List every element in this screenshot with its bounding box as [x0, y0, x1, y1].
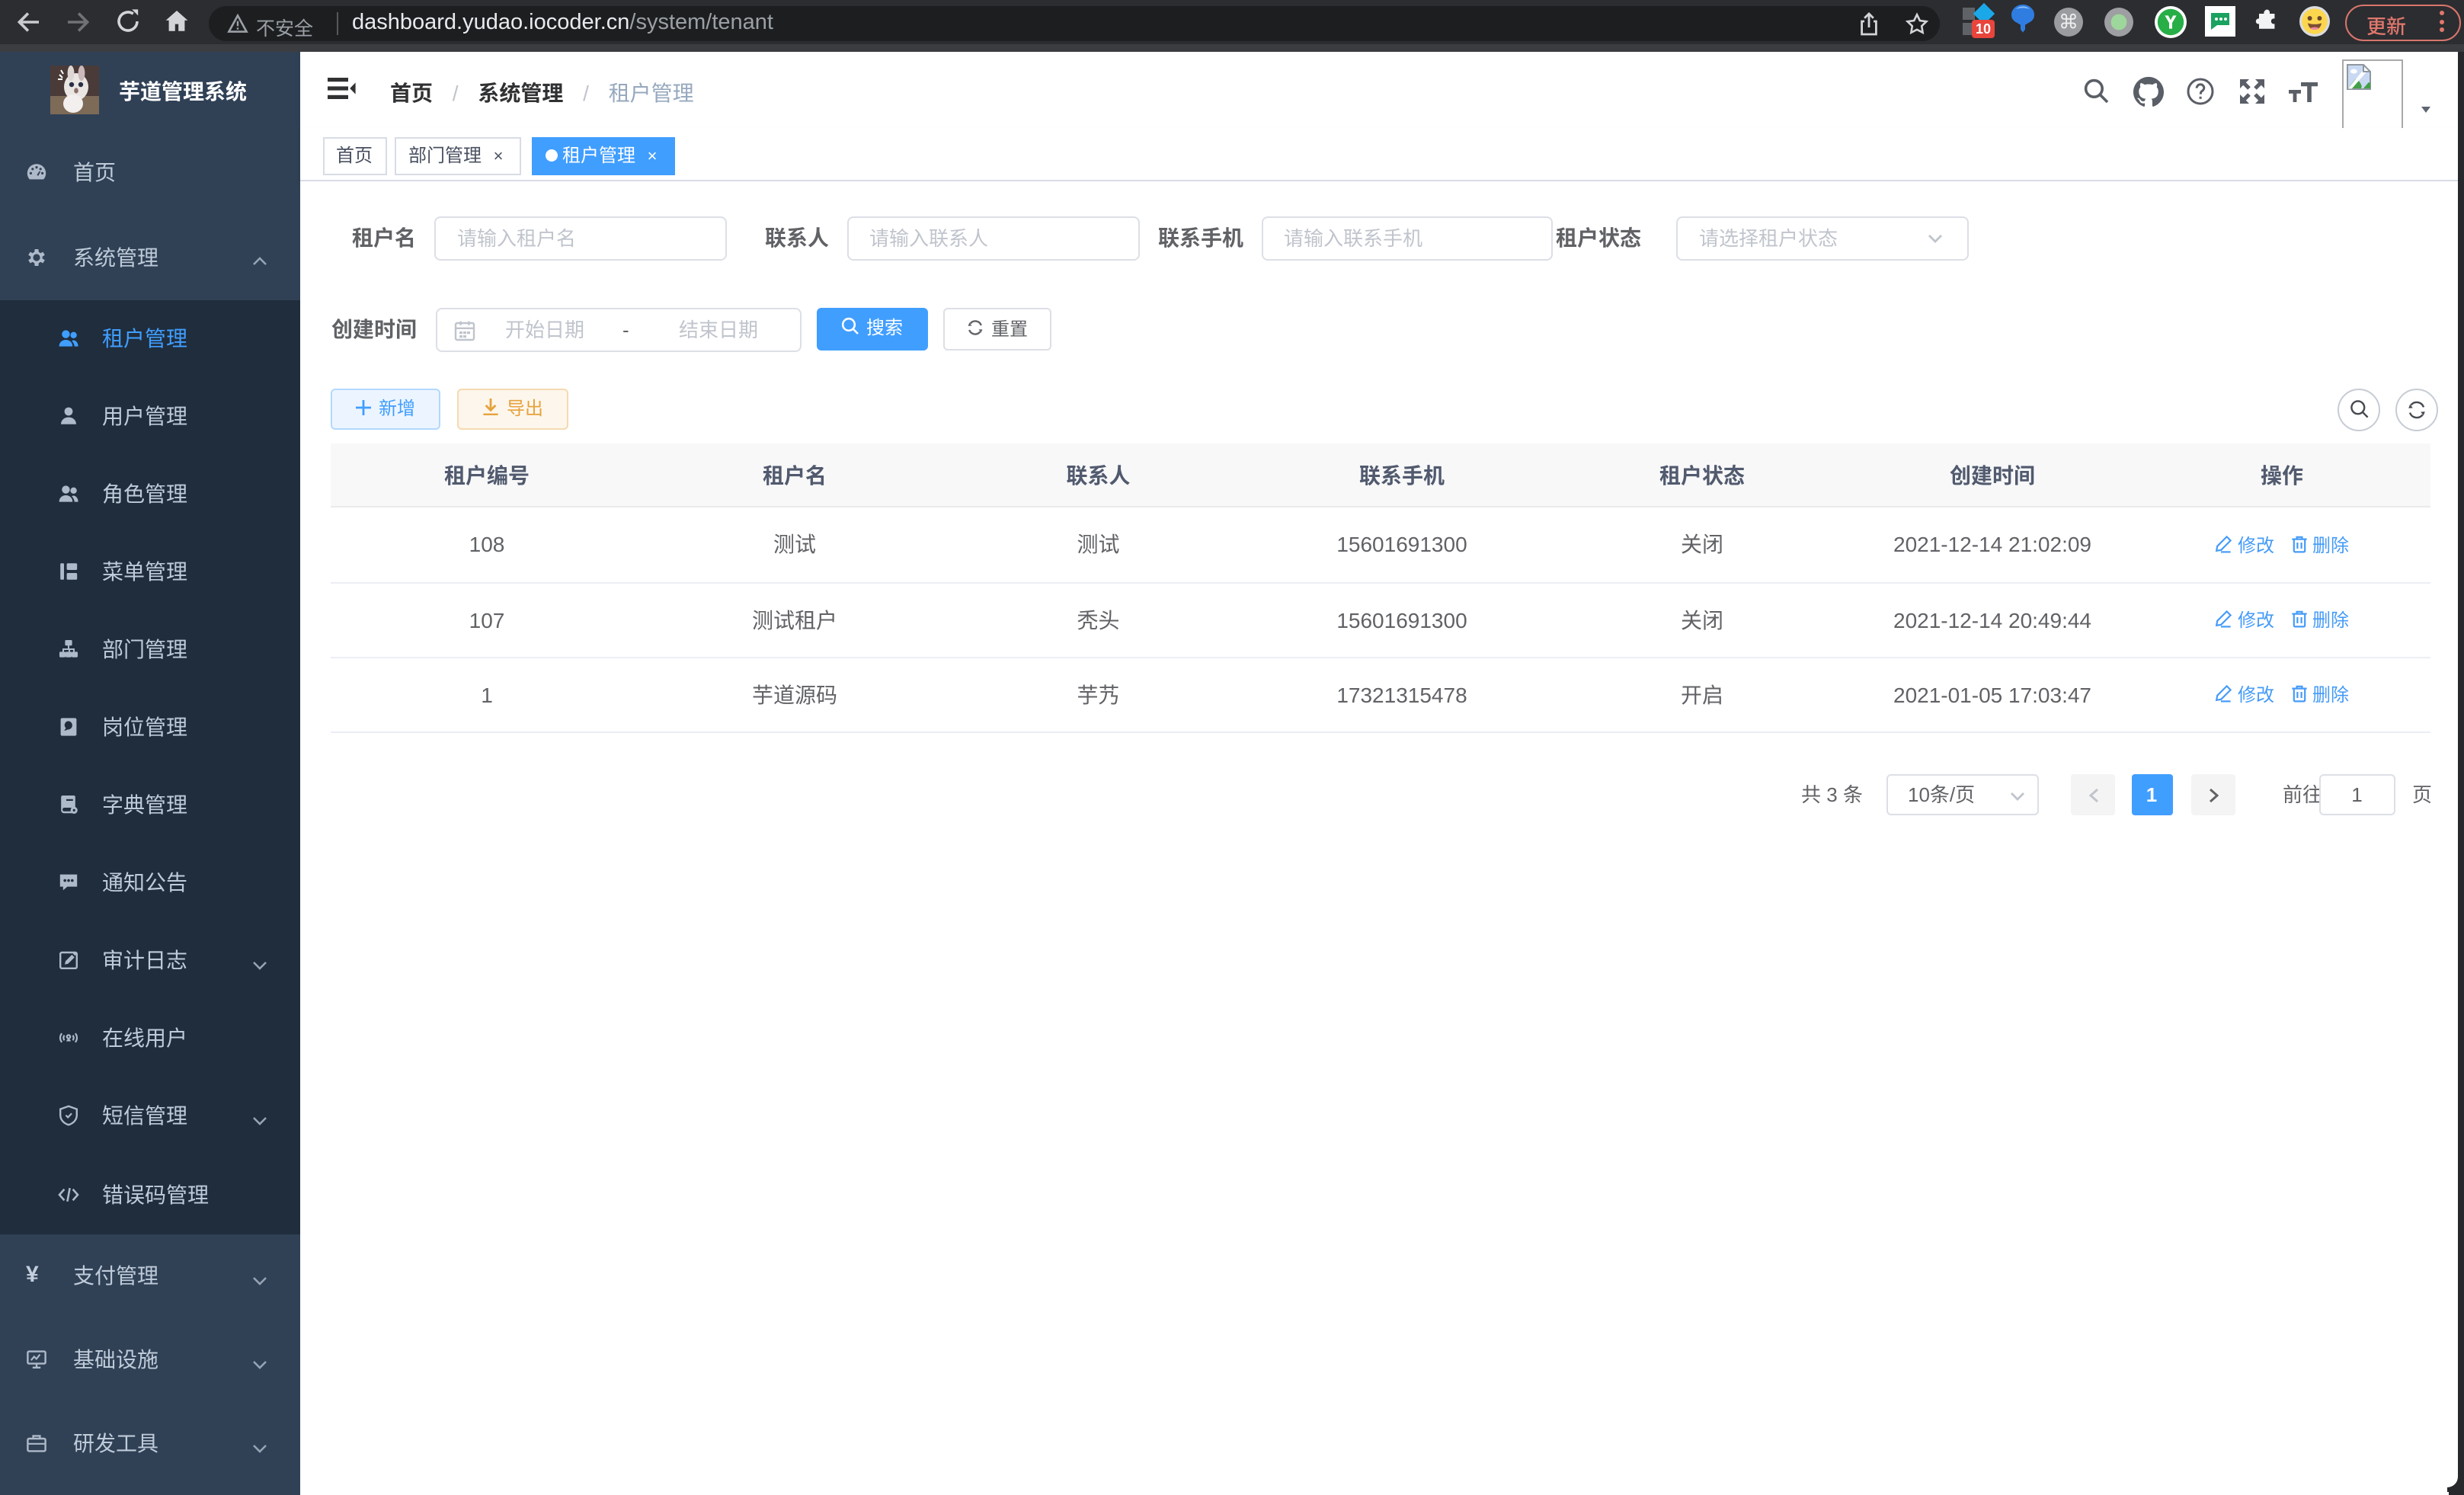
svg-text:⌘: ⌘	[2059, 11, 2078, 34]
